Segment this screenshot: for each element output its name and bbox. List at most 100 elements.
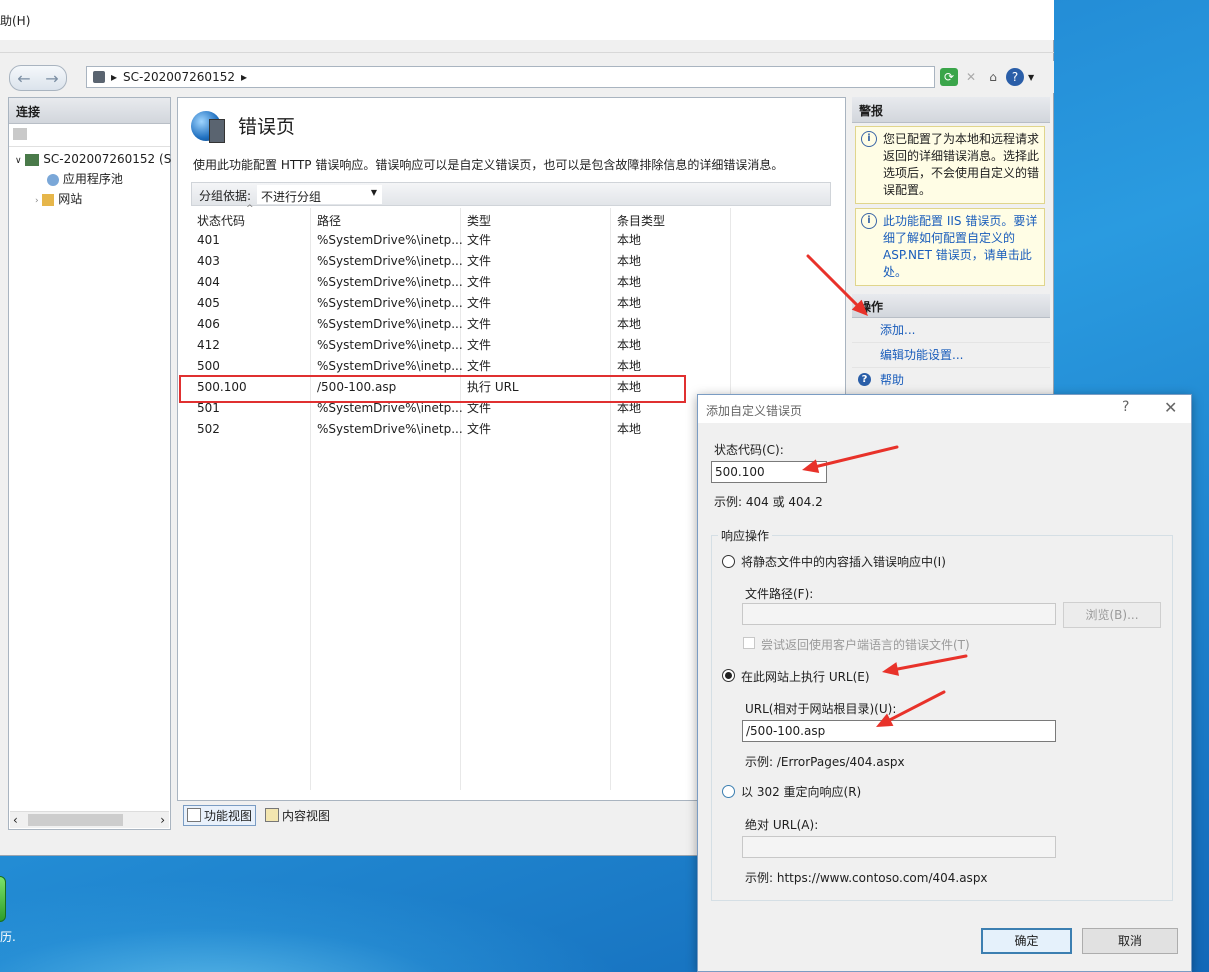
alert-detailed-errors-text: 您已配置了为本地和远程请求返回的详细错误消息。选择此选项后，不会使用自定义的错误…	[883, 132, 1040, 197]
back-arrow-icon[interactable]: ←	[17, 69, 30, 88]
connect-icon[interactable]	[13, 128, 27, 140]
url-value: /500-100.asp	[746, 724, 826, 738]
action-help-row[interactable]: ? 帮助	[852, 368, 1050, 392]
home-icon[interactable]: ⌂	[984, 68, 1002, 86]
browse-button[interactable]: 浏览(B)...	[1063, 602, 1161, 628]
status-code-label: 状态代码(C):	[714, 443, 784, 457]
scroll-right-icon[interactable]: ›	[160, 813, 165, 827]
connections-pane: 连接 ∨ SC-202007260152 (S 应用程序池 › 网站	[8, 97, 171, 830]
cell-entry-type: 本地	[617, 317, 642, 331]
cell-status-code: 405	[197, 296, 220, 310]
tab-content-view[interactable]: 内容视图	[262, 806, 333, 825]
scroll-thumb[interactable]	[28, 814, 123, 826]
alert-learn-more-link[interactable]: 此功能配置 IIS 错误页。要详细了解如何配置自定义的 ASP.NET 错误页，…	[883, 214, 1037, 279]
cell-type: 文件	[467, 422, 492, 436]
cell-path: %SystemDrive%\inetp...	[317, 317, 463, 331]
sites-icon	[42, 193, 55, 206]
cell-entry-type: 本地	[617, 422, 642, 436]
cell-status-code: 406	[197, 317, 220, 331]
url-input[interactable]: /500-100.asp	[742, 720, 1056, 742]
refresh-icon[interactable]: ⟳	[940, 68, 958, 86]
expand-chevron-icon[interactable]: ›	[35, 196, 39, 206]
page-title: 错误页	[238, 116, 296, 138]
column-header-type[interactable]: 类型	[467, 212, 491, 229]
radio-redirect-302[interactable]	[722, 785, 735, 798]
divider	[0, 52, 1054, 53]
nav-buttons: ← →	[9, 65, 67, 91]
radio-static-file[interactable]	[722, 555, 735, 568]
file-path-input[interactable]	[742, 603, 1056, 625]
alert-iis-error-pages: i 此功能配置 IIS 错误页。要详细了解如何配置自定义的 ASP.NET 错误…	[855, 208, 1045, 286]
tree-server-label: SC-202007260152 (S	[43, 152, 172, 166]
radio-execute-url-label[interactable]: 在此网站上执行 URL(E)	[741, 668, 870, 685]
cell-type: 文件	[467, 317, 492, 331]
radio-execute-url[interactable]	[722, 669, 735, 682]
group-by-select[interactable]: 不进行分组 ▼	[257, 185, 382, 204]
tree-item-sites[interactable]: › 网站	[9, 189, 170, 209]
status-code-example: 示例: 404 或 404.2	[714, 495, 823, 509]
cell-path: %SystemDrive%\inetp...	[317, 422, 463, 436]
cell-path: %SystemDrive%\inetp...	[317, 359, 463, 373]
cell-type: 文件	[467, 296, 492, 310]
cell-type: 文件	[467, 233, 492, 247]
server-icon	[25, 153, 40, 166]
tree-item-app-pools[interactable]: 应用程序池	[9, 169, 170, 189]
tree-item-server[interactable]: ∨ SC-202007260152 (S	[9, 149, 172, 169]
action-add[interactable]: 添加...	[852, 318, 1050, 343]
table-row[interactable]: 404 %SystemDrive%\inetp... 文件 本地	[191, 272, 831, 293]
group-by-value: 不进行分组	[261, 190, 322, 204]
chevron-down-icon[interactable]: ▼	[1028, 73, 1034, 82]
action-edit-feature-settings[interactable]: 编辑功能设置...	[852, 343, 1050, 368]
tab-features-view-label: 功能视图	[204, 808, 253, 823]
dialog-close-icon[interactable]: ✕	[1164, 398, 1177, 417]
tab-features-view[interactable]: 功能视图	[183, 804, 257, 826]
table-row[interactable]: 412 %SystemDrive%\inetp... 文件 本地	[191, 335, 831, 356]
table-row[interactable]: 500 %SystemDrive%\inetp... 文件 本地	[191, 356, 831, 377]
column-header-path[interactable]: 路径	[317, 212, 341, 229]
action-help[interactable]: 帮助	[880, 373, 904, 387]
table-row[interactable]: 406 %SystemDrive%\inetp... 文件 本地	[191, 314, 831, 335]
forward-arrow-icon[interactable]: →	[45, 69, 58, 88]
cancel-button[interactable]: 取消	[1082, 928, 1178, 954]
cell-status-code: 403	[197, 254, 220, 268]
ok-button[interactable]: 确定	[981, 928, 1072, 954]
absolute-url-example: 示例: https://www.contoso.com/404.aspx	[745, 871, 988, 885]
status-code-input[interactable]: 500.100	[711, 461, 827, 483]
desktop-wallpaper	[0, 860, 700, 972]
help-icon[interactable]: ?	[1006, 68, 1024, 86]
collapse-chevron-icon[interactable]: ∨	[15, 156, 22, 166]
cell-path: %SystemDrive%\inetp...	[317, 233, 463, 247]
cell-entry-type: 本地	[617, 233, 642, 247]
connections-scrollbar[interactable]: ‹ ›	[10, 811, 169, 828]
error-pages-icon	[191, 111, 225, 143]
column-header-entry-type[interactable]: 条目类型	[617, 212, 665, 229]
desktop-app-icon[interactable]	[0, 876, 6, 922]
menu-bar: 助(H)	[0, 0, 1054, 40]
localized-errors-label[interactable]: 尝试返回使用客户端语言的错误文件(T)	[761, 636, 970, 653]
column-header-status[interactable]: 状态代码	[197, 212, 245, 229]
cell-status-code: 404	[197, 275, 220, 289]
cell-status-code: 412	[197, 338, 220, 352]
scroll-left-icon[interactable]: ‹	[13, 813, 18, 827]
menu-help[interactable]: 助(H)	[0, 12, 30, 29]
table-row[interactable]: 405 %SystemDrive%\inetp... 文件 本地	[191, 293, 831, 314]
sort-ascending-icon: ^	[246, 204, 254, 214]
localized-errors-checkbox[interactable]	[743, 637, 755, 649]
url-example: 示例: /ErrorPages/404.aspx	[745, 755, 905, 769]
address-bar[interactable]: ▸ SC-202007260152 ▸	[86, 66, 935, 88]
radio-redirect-302-label[interactable]: 以 302 重定向响应(R)	[741, 783, 861, 800]
stop-icon[interactable]: ✕	[962, 68, 980, 86]
absolute-url-input[interactable]	[742, 836, 1056, 858]
tree-app-pools-label: 应用程序池	[62, 172, 123, 186]
app-pool-icon	[47, 173, 59, 186]
radio-static-file-label[interactable]: 将静态文件中的内容插入错误响应中(I)	[741, 553, 946, 570]
breadcrumb-server[interactable]: SC-202007260152	[123, 70, 235, 84]
content-view-icon	[265, 808, 280, 822]
add-custom-error-page-dialog: 添加自定义错误页 ? ✕ 状态代码(C): 500.100 示例: 404 或 …	[697, 394, 1192, 972]
dialog-help-icon[interactable]: ?	[1122, 399, 1129, 415]
breadcrumb-chevron-icon: ▸	[240, 70, 248, 84]
table-row[interactable]: 401 %SystemDrive%\inetp... 文件 本地	[191, 230, 831, 251]
connections-title: 连接	[9, 98, 170, 124]
dropdown-arrow-icon: ▼	[370, 188, 377, 197]
table-row[interactable]: 403 %SystemDrive%\inetp... 文件 本地	[191, 251, 831, 272]
